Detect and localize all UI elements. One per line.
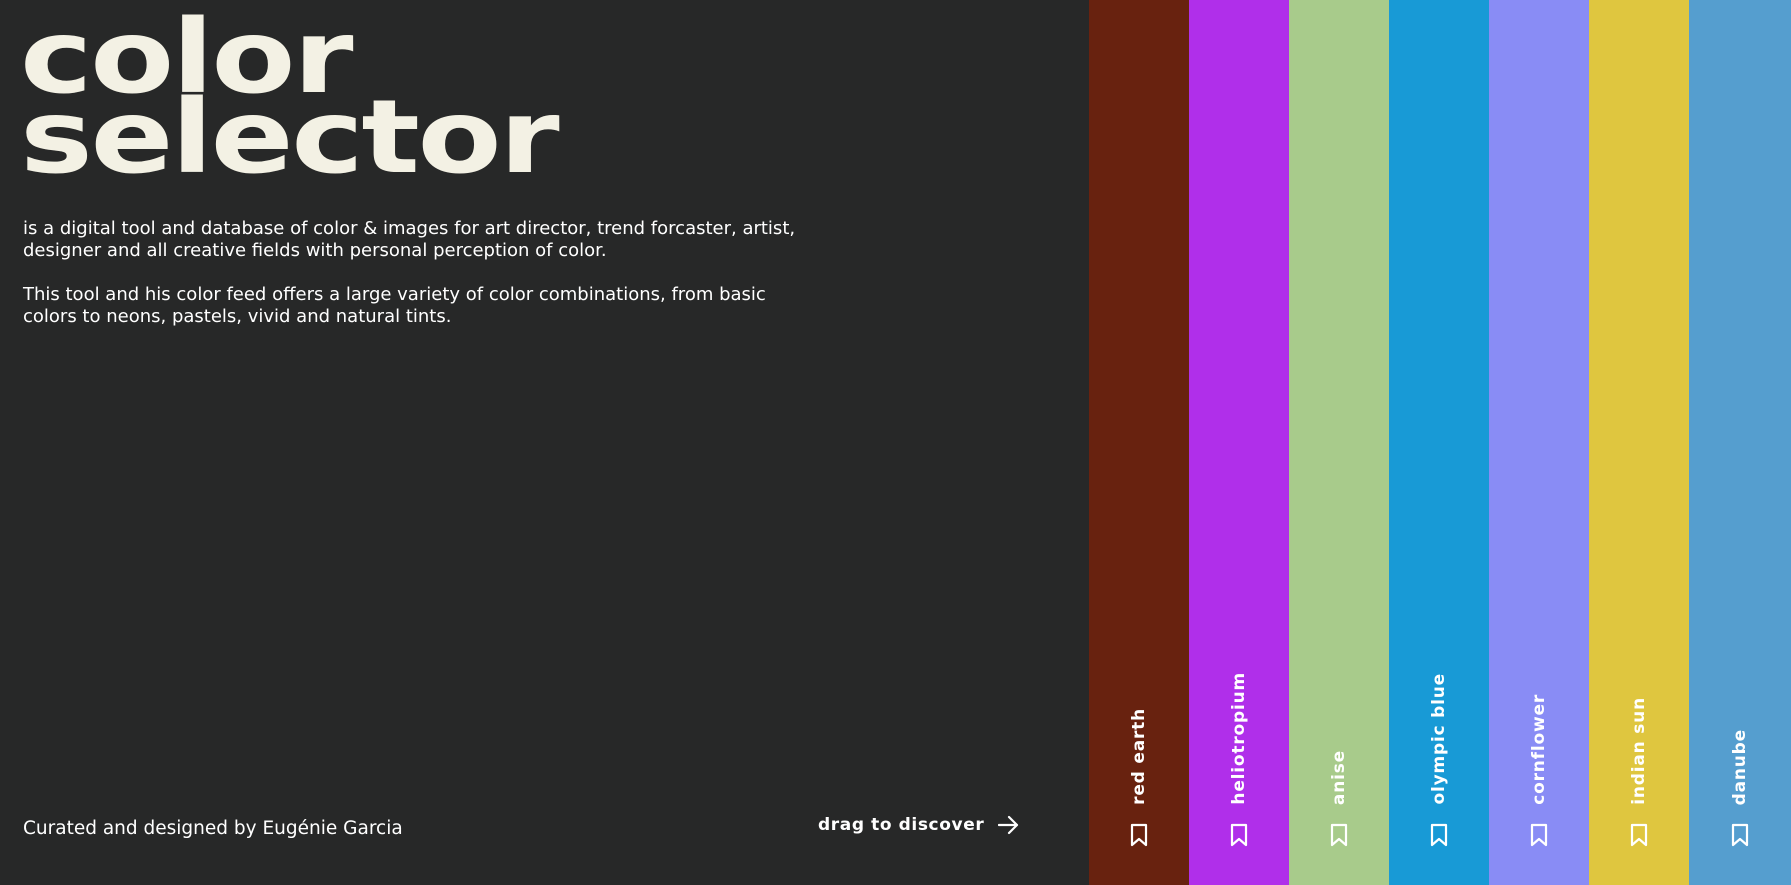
swatch-label: danube <box>1730 728 1750 805</box>
swatch-heliotropium[interactable]: heliotropium <box>1189 0 1289 885</box>
drag-to-discover-label: drag to discover <box>818 815 985 835</box>
bookmark-icon[interactable] <box>1730 823 1750 847</box>
description-paragraph-1: is a digital tool and database of color … <box>23 218 796 261</box>
bookmark-icon[interactable] <box>1329 823 1349 847</box>
credit-text: Curated and designed by Eugénie Garcia <box>23 818 403 839</box>
title-line-2: selector <box>20 78 560 197</box>
swatch-label: heliotropium <box>1229 672 1249 805</box>
arrow-right-icon <box>998 815 1019 835</box>
description-paragraph-2: This tool and his color feed offers a la… <box>23 284 766 327</box>
bookmark-icon[interactable] <box>1129 823 1149 847</box>
swatch-anise[interactable]: anise <box>1289 0 1389 885</box>
swatch-danube[interactable]: danube <box>1689 0 1791 885</box>
bookmark-icon[interactable] <box>1529 823 1549 847</box>
page-title: color selector <box>20 7 560 197</box>
bookmark-icon[interactable] <box>1429 823 1449 847</box>
swatch-red-earth[interactable]: red earth <box>1089 0 1189 885</box>
swatch-cornflower[interactable]: cornflower <box>1489 0 1589 885</box>
swatch-olympic-blue[interactable]: olympic blue <box>1389 0 1489 885</box>
swatch-label: cornflower <box>1529 694 1549 805</box>
bookmark-icon[interactable] <box>1229 823 1249 847</box>
swatch-indian-sun[interactable]: indian sun <box>1589 0 1689 885</box>
bookmark-icon[interactable] <box>1629 823 1649 847</box>
description: is a digital tool and database of color … <box>23 218 803 350</box>
drag-to-discover-button[interactable]: drag to discover <box>818 815 1020 835</box>
swatch-label: anise <box>1329 749 1349 805</box>
swatch-label: red earth <box>1129 708 1149 805</box>
swatch-label: olympic blue <box>1429 673 1449 805</box>
swatch-label: indian sun <box>1629 697 1649 805</box>
color-swatch-strip[interactable]: red earth heliotropium anise olympic blu… <box>1089 0 1791 885</box>
intro-panel: color selector is a digital tool and dat… <box>0 0 1089 885</box>
